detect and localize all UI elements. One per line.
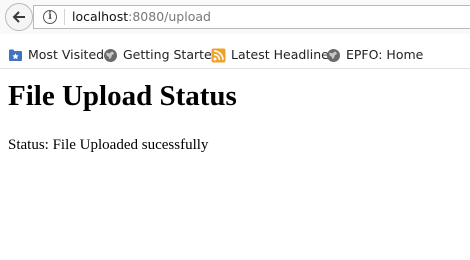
globe-icon (327, 49, 340, 62)
upload-status-text: Status: File Uploaded sucessfully (8, 137, 209, 153)
rss-feed-icon (211, 48, 226, 63)
back-arrow-icon (12, 11, 25, 23)
navigation-toolbar: i localhost:8080/upload (0, 0, 470, 34)
bookmark-label: Most Visited (28, 47, 105, 62)
url-text[interactable]: localhost:8080/upload (72, 9, 211, 25)
globe-icon (104, 49, 117, 62)
url-path: :8080/upload (128, 9, 211, 24)
bookmark-label: Latest Headlines (231, 47, 336, 62)
url-host: localhost (72, 9, 129, 24)
bookmarks-toolbar: Most Visited Getting Started Latest Head… (0, 41, 470, 69)
bookmark-label: Getting Started (123, 47, 220, 62)
bookmark-label: EPFO: Home (346, 47, 424, 62)
url-bar[interactable]: i localhost:8080/upload (33, 5, 470, 29)
back-button[interactable] (5, 3, 33, 31)
url-divider (64, 9, 65, 25)
page-title: File Upload Status (8, 80, 237, 112)
bookmark-folder-icon (9, 49, 22, 61)
info-icon[interactable]: i (43, 10, 57, 24)
